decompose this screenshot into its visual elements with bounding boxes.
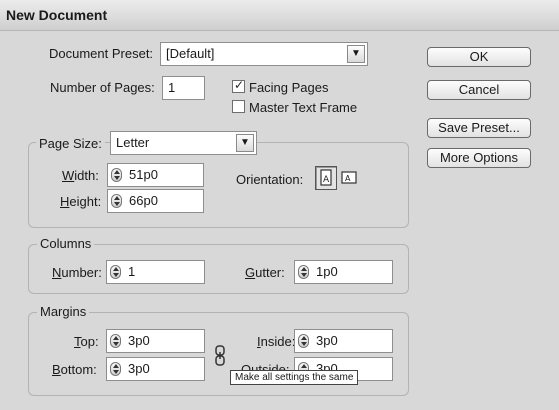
number-of-pages-field[interactable]: 1 <box>162 76 205 100</box>
spinner-icon[interactable] <box>110 334 121 348</box>
bottom-margin-field[interactable]: 3p0 <box>106 357 205 381</box>
new-document-dialog: New Document Document Preset: [Default] … <box>0 0 559 410</box>
top-margin-field[interactable]: 3p0 <box>106 329 205 353</box>
save-preset-button[interactable]: Save Preset... <box>427 118 531 138</box>
document-preset-dropdown[interactable]: [Default] ▼ <box>160 42 368 66</box>
margins-title: Margins <box>37 304 90 319</box>
number-of-pages-value: 1 <box>168 80 176 95</box>
columns-number-field[interactable]: 1 <box>106 260 205 284</box>
chain-link-icon[interactable] <box>213 344 227 368</box>
gutter-value: 1p0 <box>316 264 338 279</box>
cancel-button[interactable]: Cancel <box>427 80 531 100</box>
columns-number-value: 1 <box>128 264 136 279</box>
document-preset-label: Document Preset: <box>49 46 154 61</box>
inside-margin-value: 3p0 <box>316 333 338 348</box>
page-size-dropdown[interactable]: Letter ▼ <box>110 131 257 155</box>
chevron-down-icon[interactable]: ▼ <box>347 45 365 63</box>
spinner-icon[interactable] <box>298 334 309 348</box>
gutter-field[interactable]: 1p0 <box>294 260 393 284</box>
svg-text:A: A <box>323 175 330 185</box>
master-text-frame-label: Master Text Frame <box>249 100 358 115</box>
landscape-orientation-button[interactable]: A <box>339 166 361 190</box>
spinner-icon[interactable] <box>110 362 121 376</box>
spinner-icon[interactable] <box>111 168 122 182</box>
chevron-down-icon[interactable]: ▼ <box>236 134 254 152</box>
height-field[interactable]: 66p0 <box>107 189 204 213</box>
orientation-label: Orientation: <box>236 172 304 187</box>
top-label: Top: <box>74 334 99 349</box>
portrait-orientation-button[interactable]: A <box>315 166 337 190</box>
document-preset-value: [Default] <box>166 46 215 61</box>
spinner-icon[interactable] <box>298 265 309 279</box>
page-size-label: Page Size: <box>36 136 105 151</box>
top-margin-value: 3p0 <box>128 333 150 348</box>
height-label: Height: <box>60 194 102 209</box>
landscape-orientation-icon: A <box>341 171 357 184</box>
ok-button[interactable]: OK <box>427 47 531 67</box>
height-value: 66p0 <box>129 193 158 208</box>
title-bar: New Document <box>0 0 559 31</box>
width-value: 51p0 <box>129 167 158 182</box>
portrait-orientation-icon: A <box>320 169 332 186</box>
width-field[interactable]: 51p0 <box>107 163 204 187</box>
inside-margin-field[interactable]: 3p0 <box>294 329 393 353</box>
master-text-frame-checkbox[interactable] <box>232 100 245 113</box>
gutter-label: Gutter: <box>245 265 285 280</box>
svg-text:A: A <box>345 174 351 183</box>
tooltip: Make all settings the same <box>230 370 359 385</box>
page-size-value: Letter <box>116 135 150 150</box>
columns-number-label: Number: <box>52 265 102 280</box>
inside-label: Inside: <box>257 334 296 349</box>
facing-pages-checkbox[interactable] <box>232 78 245 93</box>
columns-title: Columns <box>37 236 95 251</box>
spinner-icon[interactable] <box>111 194 122 208</box>
facing-pages-label: Facing Pages <box>249 80 329 95</box>
spinner-icon[interactable] <box>110 265 121 279</box>
bottom-label: Bottom: <box>52 362 97 377</box>
number-of-pages-label: Number of Pages: <box>50 80 155 95</box>
width-label: Width: <box>62 168 99 183</box>
more-options-button[interactable]: More Options <box>427 148 531 168</box>
dialog-title: New Document <box>6 7 108 23</box>
bottom-margin-value: 3p0 <box>128 361 150 376</box>
